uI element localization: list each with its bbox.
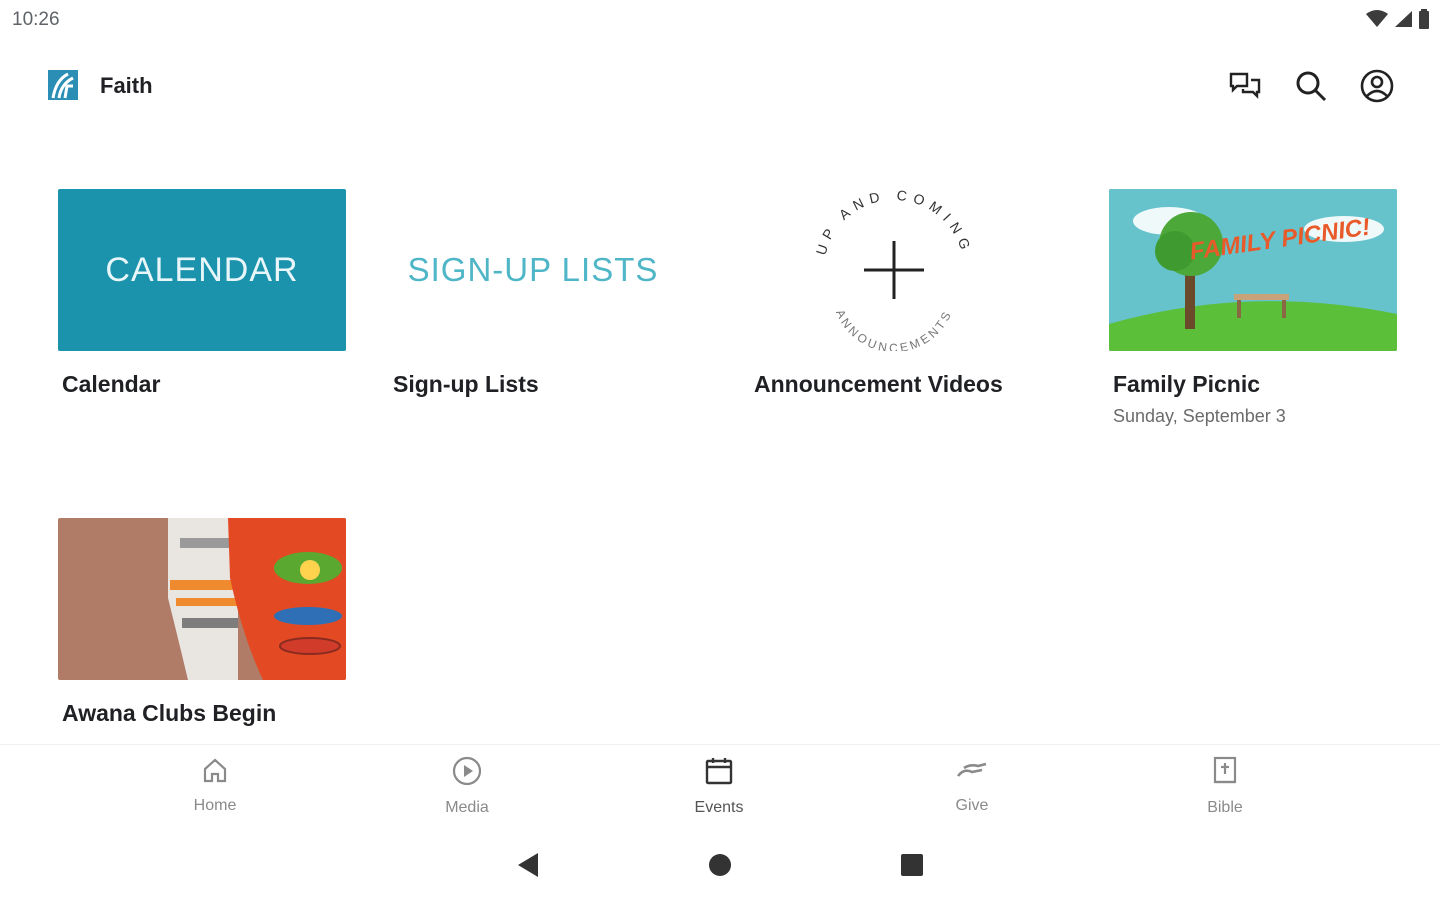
calendar-thumbnail: CALENDAR <box>58 189 346 351</box>
card-awana-clubs[interactable]: Awana Clubs Begin <box>58 518 348 727</box>
nav-label: Media <box>445 799 489 816</box>
status-time: 10:26 <box>12 9 60 30</box>
calendar-thumbnail-text: CALENDAR <box>105 250 299 289</box>
card-title: Calendar <box>62 371 161 397</box>
nav-label: Give <box>955 797 989 814</box>
app-bar: Faith <box>0 52 1440 118</box>
status-icons <box>1366 9 1430 34</box>
account-icon[interactable] <box>1357 66 1397 106</box>
nav-media[interactable]: Media <box>407 756 527 817</box>
home-circle-icon[interactable] <box>708 852 732 883</box>
nav-bible[interactable]: Bible <box>1165 756 1285 817</box>
search-icon[interactable] <box>1291 66 1331 106</box>
calendar-icon <box>704 756 734 791</box>
home-icon <box>201 756 229 789</box>
back-icon[interactable] <box>516 852 540 883</box>
card-calendar[interactable]: CALENDAR Calendar <box>58 189 348 398</box>
card-date: Sunday, September 3 <box>1113 406 1286 426</box>
nav-give[interactable]: Give <box>912 756 1032 815</box>
bottom-nav: Home Media Events Give Bible <box>0 746 1440 826</box>
card-title: Announcement Videos <box>754 371 1003 397</box>
faith-logo-icon <box>46 68 80 102</box>
nav-home[interactable]: Home <box>155 756 275 815</box>
app-title: Faith <box>100 73 153 98</box>
nav-label: Events <box>694 799 744 816</box>
battery-icon <box>1418 9 1430 34</box>
bottom-nav-divider <box>0 744 1440 745</box>
signal-icon <box>1394 10 1412 33</box>
system-nav-bar <box>0 840 1440 890</box>
card-title: Sign-up Lists <box>393 371 539 397</box>
family-picnic-thumbnail: FAMILY PICNIC! <box>1109 189 1397 351</box>
plus-icon <box>864 241 924 299</box>
chat-icon[interactable] <box>1225 66 1265 106</box>
announcement-arc-bottom-text: ANNOUNCEMENTS <box>833 307 955 351</box>
bible-icon <box>1211 756 1239 791</box>
wifi-icon <box>1366 10 1388 33</box>
nav-events[interactable]: Events <box>659 756 779 817</box>
card-announcement-videos[interactable]: UP AND COMING ANNOUNCEMENTS Announcement… <box>750 189 1040 398</box>
card-title: Family Picnic <box>1113 371 1261 397</box>
card-family-picnic[interactable]: FAMILY PICNIC! Family Picnic Sunday, Sep… <box>1109 189 1399 427</box>
nav-label: Home <box>193 797 237 814</box>
status-bar: 10:26 <box>0 0 1440 40</box>
signup-thumbnail: SIGN-UP LISTS <box>389 189 677 351</box>
awana-thumbnail <box>58 518 346 680</box>
play-circle-icon <box>452 756 482 791</box>
recents-icon[interactable] <box>900 852 924 883</box>
give-hand-icon <box>956 756 988 789</box>
card-title: Awana Clubs Begin <box>62 700 277 726</box>
signup-thumbnail-text: SIGN-UP LISTS <box>407 251 659 288</box>
nav-label: Bible <box>1207 799 1243 816</box>
announcement-thumbnail: UP AND COMING ANNOUNCEMENTS <box>750 189 1038 351</box>
card-signup-lists[interactable]: SIGN-UP LISTS Sign-up Lists <box>389 189 679 398</box>
